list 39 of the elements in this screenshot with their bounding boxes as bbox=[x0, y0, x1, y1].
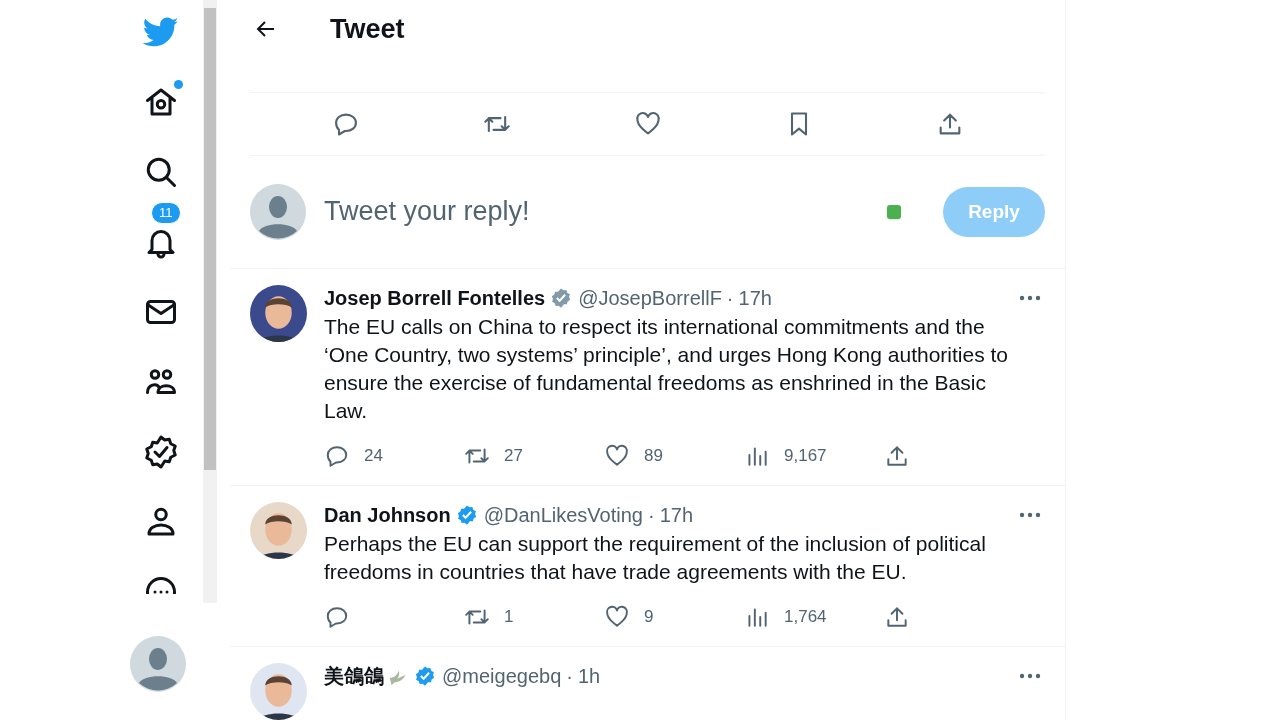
view-count: 9,167 bbox=[784, 445, 827, 468]
reply-count: 24 bbox=[364, 445, 383, 468]
separator-dot: · bbox=[647, 503, 655, 528]
user-avatar[interactable] bbox=[130, 636, 186, 692]
like-count: 9 bbox=[644, 606, 654, 629]
author-handle[interactable]: @DanLikesVoting bbox=[483, 502, 643, 528]
retweet-count: 27 bbox=[504, 445, 523, 468]
more-options-icon[interactable] bbox=[1019, 512, 1041, 518]
post-time[interactable]: 17h bbox=[659, 502, 693, 528]
avatar[interactable] bbox=[250, 502, 307, 559]
more-options-icon[interactable] bbox=[1019, 673, 1041, 679]
post-time[interactable]: 17h bbox=[738, 285, 772, 311]
author-name[interactable]: Josep Borrell Fontelles bbox=[324, 285, 546, 311]
more-options-icon[interactable] bbox=[1019, 295, 1041, 301]
scrollbar-thumb[interactable] bbox=[204, 8, 216, 470]
share-icon[interactable] bbox=[884, 443, 910, 469]
reply-icon[interactable] bbox=[324, 604, 350, 630]
tweet-text: The EU calls on China to respect its international commitments and the ‘One Country, two systems’ principle’, and urges Hong Kong authorities to ensure the exercise of fundamental freedoms as enshrined in the Basic Law. bbox=[324, 314, 1009, 424]
reply-icon[interactable] bbox=[324, 443, 350, 469]
like-count: 89 bbox=[644, 445, 663, 468]
badge-check-icon[interactable] bbox=[143, 434, 179, 470]
separator-dot: · bbox=[566, 664, 573, 689]
avatar[interactable] bbox=[250, 285, 307, 342]
page-title: Tweet bbox=[330, 12, 405, 46]
author-handle[interactable]: @JosepBorrellF bbox=[578, 285, 722, 311]
author-name[interactable]: 美鴿鴿 bbox=[324, 663, 384, 689]
view-count: 1,764 bbox=[784, 606, 827, 629]
user-avatar bbox=[250, 183, 306, 240]
separator-dot: · bbox=[726, 286, 734, 311]
post-time[interactable]: 1h bbox=[577, 663, 601, 689]
notification-count: 11 bbox=[151, 202, 181, 224]
status-indicator bbox=[887, 204, 901, 219]
tweet-text: Perhaps the EU can support the requirement of the inclusion of political freedoms in countries that have trade agreements with the EU. bbox=[324, 531, 987, 585]
avatar[interactable] bbox=[250, 663, 307, 720]
author-handle[interactable]: @meigegebq bbox=[442, 663, 562, 689]
sidebar-scrollbar[interactable] bbox=[203, 0, 217, 603]
author-name[interactable]: Dan Johnson bbox=[324, 502, 451, 528]
retweet-count: 1 bbox=[504, 606, 514, 629]
share-icon[interactable] bbox=[884, 604, 910, 630]
